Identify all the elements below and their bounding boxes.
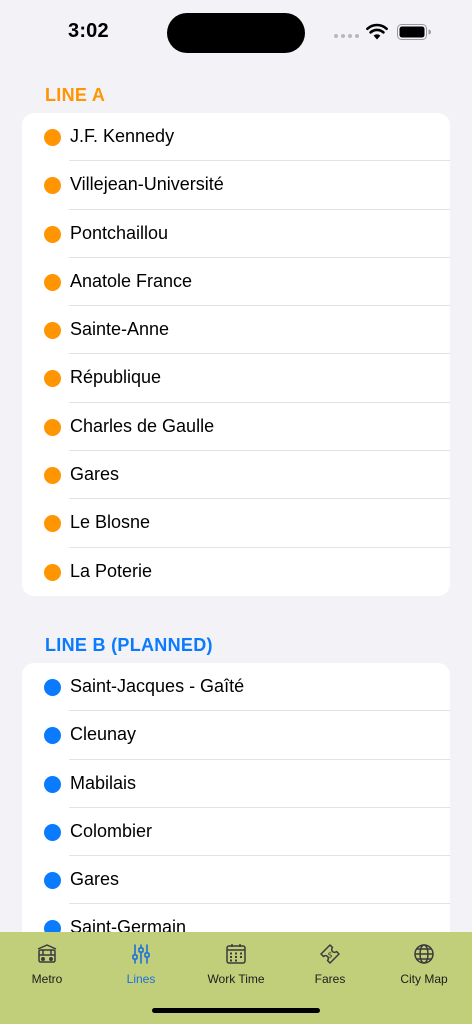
station-name: Anatole France xyxy=(70,270,193,291)
station-name: Colombier xyxy=(70,820,153,841)
home-indicator[interactable] xyxy=(152,1008,320,1013)
tab-city-map[interactable]: City Map xyxy=(377,942,471,992)
status-bar: 3:02 xyxy=(0,0,472,64)
calendar-icon xyxy=(226,944,246,964)
line-a-dot-icon xyxy=(44,273,61,291)
station-row[interactable]: Mabilais xyxy=(22,760,450,808)
station-row[interactable]: Saint-Jacques - Gaîté xyxy=(22,663,450,712)
station-row[interactable]: La Poterie xyxy=(22,548,450,596)
station-name: Gares xyxy=(70,464,120,485)
line-b-dot-icon xyxy=(44,823,61,841)
tab-label: Metro xyxy=(31,972,63,986)
line-a-dot-icon xyxy=(44,563,61,581)
station-row[interactable]: Colombier xyxy=(22,808,450,857)
station-row[interactable]: Cleunay xyxy=(22,711,450,760)
line-a-dot-icon xyxy=(44,418,61,436)
station-row[interactable]: Villejean-Université xyxy=(22,161,450,210)
line-a-dot-icon xyxy=(44,467,61,485)
station-row[interactable]: J.F. Kennedy xyxy=(22,113,450,162)
station-name: Le Blosne xyxy=(70,512,151,533)
battery-icon xyxy=(397,24,431,40)
dynamic-island xyxy=(167,13,305,53)
tab-label: Fares xyxy=(314,972,346,986)
line-a-dot-icon xyxy=(44,129,61,146)
line-b-section: Saint-Jacques - Gaîté Cleunay Mabilais C… xyxy=(22,663,450,932)
globe-icon xyxy=(414,944,434,964)
station-row[interactable]: Gares xyxy=(22,856,450,905)
tab-work-time[interactable]: Work Time xyxy=(189,942,283,992)
station-name: Saint-Germain xyxy=(70,917,187,932)
wifi-icon xyxy=(366,23,388,40)
lines-list[interactable]: LINE A J.F. Kennedy Villejean-Université… xyxy=(0,64,472,932)
station-name: La Poterie xyxy=(70,560,153,581)
station-row[interactable]: Sainte-Anne xyxy=(22,306,450,355)
tab-label: Lines xyxy=(126,972,156,986)
station-row[interactable]: Saint-Germain xyxy=(22,904,450,932)
tab-lines[interactable]: Lines xyxy=(94,942,188,992)
line-b-dot-icon xyxy=(44,679,61,696)
line-a-dot-icon xyxy=(44,370,61,388)
line-a-header: LINE A xyxy=(45,85,106,105)
cellular-signal-icon xyxy=(334,34,359,38)
station-name: Villejean-Université xyxy=(70,174,224,195)
station-name: République xyxy=(70,367,162,388)
station-row[interactable]: Gares xyxy=(22,451,450,500)
svg-text:$: $ xyxy=(327,951,332,960)
line-a-dot-icon xyxy=(44,322,61,340)
tram-icon xyxy=(37,944,57,963)
line-a-section: J.F. Kennedy Villejean-Université Pontch… xyxy=(22,113,450,596)
tab-fares[interactable]: $ Fares xyxy=(283,942,377,992)
line-a-dot-icon xyxy=(44,225,61,243)
ticket-icon: $ xyxy=(320,944,340,964)
station-name: Sainte-Anne xyxy=(70,319,170,340)
screen: 3:02 LINE A J.F. Kennedy Villejean-Unive… xyxy=(0,0,472,1024)
station-name: J.F. Kennedy xyxy=(70,126,175,146)
tab-metro[interactable]: Metro xyxy=(0,942,94,992)
station-name: Pontchaillou xyxy=(70,222,169,243)
station-row[interactable]: Anatole France xyxy=(22,258,450,307)
station-name: Gares xyxy=(70,869,120,890)
line-b-dot-icon xyxy=(44,727,61,745)
station-name: Saint-Jacques - Gaîté xyxy=(70,676,245,696)
station-row[interactable]: Charles de Gaulle xyxy=(22,403,450,452)
station-name: Cleunay xyxy=(70,724,137,745)
station-row[interactable]: République xyxy=(22,354,450,403)
line-b-header: LINE B (PLANNED) xyxy=(45,635,213,655)
line-a-dot-icon xyxy=(44,177,61,195)
station-name: Mabilais xyxy=(70,772,137,793)
station-row[interactable]: Le Blosne xyxy=(22,499,450,548)
station-name: Charles de Gaulle xyxy=(70,415,215,436)
status-time: 3:02 xyxy=(68,20,109,42)
line-b-dot-icon xyxy=(44,775,61,793)
sliders-icon xyxy=(132,944,150,964)
tab-label: Work Time xyxy=(207,972,265,986)
line-b-dot-icon xyxy=(44,920,61,932)
line-a-dot-icon xyxy=(44,515,61,533)
station-row[interactable]: Pontchaillou xyxy=(22,210,450,258)
line-b-dot-icon xyxy=(44,872,61,890)
tab-label: City Map xyxy=(400,972,448,986)
